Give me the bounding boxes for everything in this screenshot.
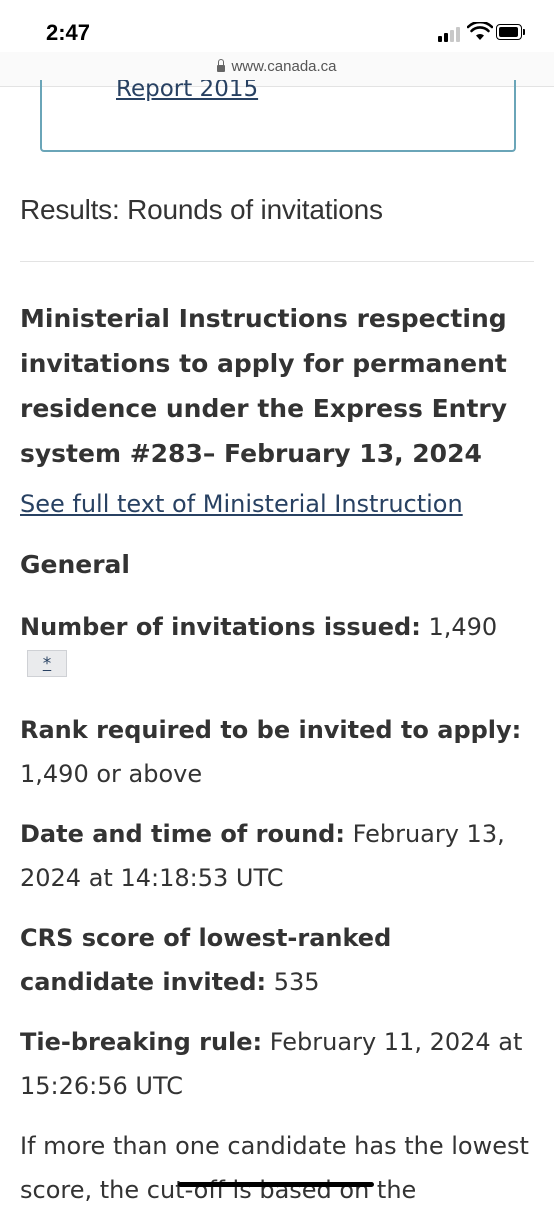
full-text-link[interactable]: See full text of Ministerial Instruction <box>20 490 463 518</box>
related-links-box: Report 2015 <box>40 80 516 152</box>
tie-breaking-label: Tie-breaking rule: <box>20 1028 263 1056</box>
invitations-label: Number of invitations issued: <box>20 613 421 641</box>
wifi-icon <box>467 22 493 40</box>
date-label: Date and time of round: <box>20 820 345 848</box>
invitations-line: Number of invitations issued: 1,490 <box>20 605 530 649</box>
cellular-signal-icon <box>438 26 464 42</box>
rank-line: Rank required to be invited to apply: 1,… <box>20 708 530 796</box>
crs-label: CRS score of lowest-ranked candidate inv… <box>20 924 392 996</box>
report-link[interactable]: Report 2015 <box>116 80 258 102</box>
tie-breaking-line: Tie-breaking rule: February 11, 2024 at … <box>20 1020 530 1108</box>
url-text: www.canada.ca <box>231 58 337 75</box>
crs-value: 535 <box>273 968 320 996</box>
instruction-title: Ministerial Instructions respecting invi… <box>20 304 508 468</box>
divider <box>20 261 534 262</box>
footnote-button[interactable]: * <box>27 650 67 677</box>
lock-icon <box>217 59 226 72</box>
crs-line: CRS score of lowest-ranked candidate inv… <box>20 916 530 1004</box>
battery-icon <box>496 24 526 40</box>
date-line: Date and time of round: February 13, 202… <box>20 812 530 900</box>
invitations-value: 1,490 <box>428 613 498 641</box>
rank-value: 1,490 or above <box>20 760 203 788</box>
redaction-mark <box>178 1182 374 1187</box>
status-bar: 2:47 <box>0 0 554 56</box>
page-heading: Results: Rounds of invitations <box>20 194 383 225</box>
tie-breaking-note: If more than one candidate has the lowes… <box>20 1132 529 1204</box>
section-label-general: General <box>20 550 130 579</box>
rank-label: Rank required to be invited to apply: <box>20 716 522 744</box>
status-time: 2:47 <box>46 20 91 45</box>
